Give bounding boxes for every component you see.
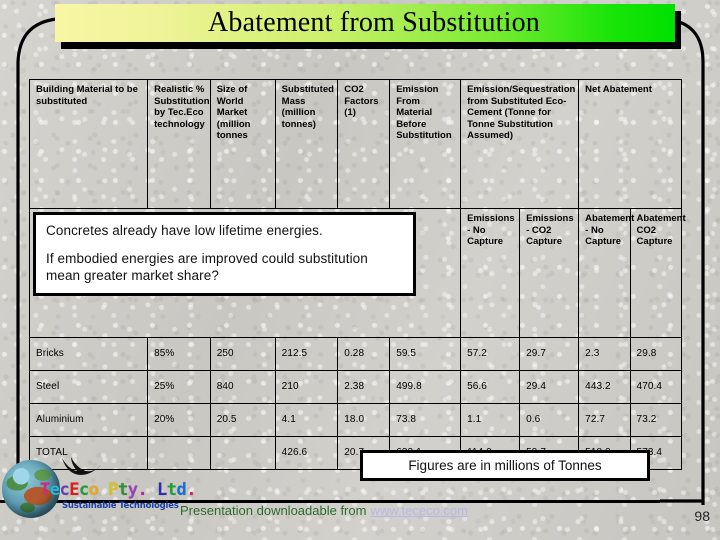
cell-world-market: 840 (209, 370, 276, 404)
col-header-substitution-pct: Realistic % Substitution by Tec.Eco tech… (147, 79, 211, 209)
col-header-world-market: Size of World Market (million tonnes (209, 79, 276, 209)
col-header-emission-sequestration: Emission/Sequestration from Substituted … (460, 79, 580, 209)
footer-caption: Presentation downloadable from www.tececo… (180, 503, 468, 518)
cell-abatement-no-capture: 2.3 (578, 337, 631, 371)
cell-substituted-mass: 4.1 (274, 403, 339, 437)
page-title: Abatement from Substitution (207, 7, 541, 38)
logo-letter (99, 480, 109, 500)
callout-line-1: Concretes already have low lifetime ener… (46, 223, 323, 238)
logo-letter: t (166, 480, 177, 500)
logo-tagline: Sustainable Technologies (62, 501, 179, 511)
cell-abatement-no-capture: 443.2 (578, 370, 631, 404)
cell-substitution-pct: 85% (147, 337, 211, 371)
table-head: Building Material to be substituted Real… (28, 79, 686, 338)
cell-substituted-mass: 212.5 (274, 337, 339, 371)
logo-letter: P (108, 480, 118, 500)
table-row: Steel 25% 840 210 2.38 499.8 56.6 29.4 4… (28, 370, 683, 404)
logo-wordmark: TecEco Pty. Ltd. (40, 480, 196, 500)
cell-abatement-co2-capture: 29.8 (629, 337, 683, 371)
cell-emissions-co2-capture: 29.4 (519, 370, 580, 404)
cell-substituted-mass: 426.6 (274, 436, 339, 470)
table-row: Bricks 85% 250 212.5 0.28 59.5 57.2 29.7… (28, 337, 683, 371)
col-header-emission-before: Emission From Material Before Substituti… (389, 79, 462, 209)
title-banner: Abatement from Substitution (55, 4, 675, 42)
cell-emissions-co2-capture: 29.7 (519, 337, 580, 371)
cell-abatement-co2-capture: 470.4 (629, 370, 683, 404)
logo-letter: L (157, 480, 167, 500)
figures-note-box: Figures are in millions of Tonnes (360, 450, 650, 481)
table-row: Aluminium 20% 20.5 4.1 18.0 73.8 1.1 0.6… (28, 403, 683, 437)
cell-emission-before: 499.8 (389, 370, 462, 404)
logo-letter: . (186, 480, 196, 500)
cell-world-market: 20.5 (209, 403, 276, 437)
col-header-net-abatement: Net Abatement (578, 79, 682, 209)
subheader-emissions-no-capture: Emissions - No Capture (460, 208, 521, 338)
page-number: 98 (694, 508, 710, 524)
cell-emission-before: 73.8 (389, 403, 462, 437)
cell-substitution-pct: 20% (147, 403, 211, 437)
cell-emissions-no-capture: 1.1 (460, 403, 521, 437)
slide-canvas: Abatement from Substitution Building Mat… (0, 0, 720, 540)
cell-co2-factor: 18.0 (337, 403, 391, 437)
cell-abatement-no-capture: 72.7 (578, 403, 631, 437)
cell-emission-before: 59.5 (389, 337, 462, 371)
cell-material: Aluminium (28, 403, 149, 437)
tececo-logo: TecEco Pty. Ltd. Sustainable Technologie… (2, 452, 212, 524)
logo-letter: d (176, 480, 187, 500)
logo-letter: o (88, 480, 99, 500)
logo-letter: y (127, 480, 138, 500)
logo-letter: e (49, 480, 60, 500)
subheader-emissions-co2-capture: Emissions - CO2 Capture (519, 208, 580, 338)
callout-line-2: If embodied energies are improved could … (46, 251, 368, 283)
logo-letter: T (40, 480, 50, 500)
cell-emissions-no-capture: 56.6 (460, 370, 521, 404)
bird-icon (62, 457, 101, 475)
cell-substitution-pct: 25% (147, 370, 211, 404)
logo-letter: t (118, 480, 128, 500)
tececo-website-link[interactable]: www.tececo.com (370, 503, 468, 518)
cell-emissions-co2-capture: 0.6 (519, 403, 580, 437)
col-header-co2-factors: CO2 Factors (1) (337, 79, 391, 209)
logo-letter (147, 480, 157, 500)
cell-emissions-no-capture: 57.2 (460, 337, 521, 371)
subheader-abatement-co2-capture: Abatement CO2 Capture (629, 208, 686, 338)
col-header-substituted-mass: Substituted Mass (million tonnes) (274, 79, 339, 209)
logo-letter: E (69, 480, 79, 500)
table-header-row: Building Material to be substituted Real… (28, 79, 682, 209)
logo-letter: c (59, 480, 70, 500)
cell-co2-factor: 0.28 (337, 337, 391, 371)
cell-world-market: 250 (209, 337, 276, 371)
cell-material: Steel (28, 370, 149, 404)
cell-world-market (209, 436, 276, 470)
cell-abatement-co2-capture: 73.2 (629, 403, 683, 437)
callout-box: Concretes already have low lifetime ener… (33, 212, 416, 296)
logo-letter: c (79, 480, 89, 500)
col-header-material: Building Material to be substituted (28, 79, 149, 209)
cell-material: Bricks (28, 337, 149, 371)
cell-substituted-mass: 210 (274, 370, 339, 404)
logo-letter: . (137, 480, 148, 500)
subheader-abatement-no-capture: Abatement - No Capture (578, 208, 634, 338)
cell-co2-factor: 2.38 (337, 370, 391, 404)
